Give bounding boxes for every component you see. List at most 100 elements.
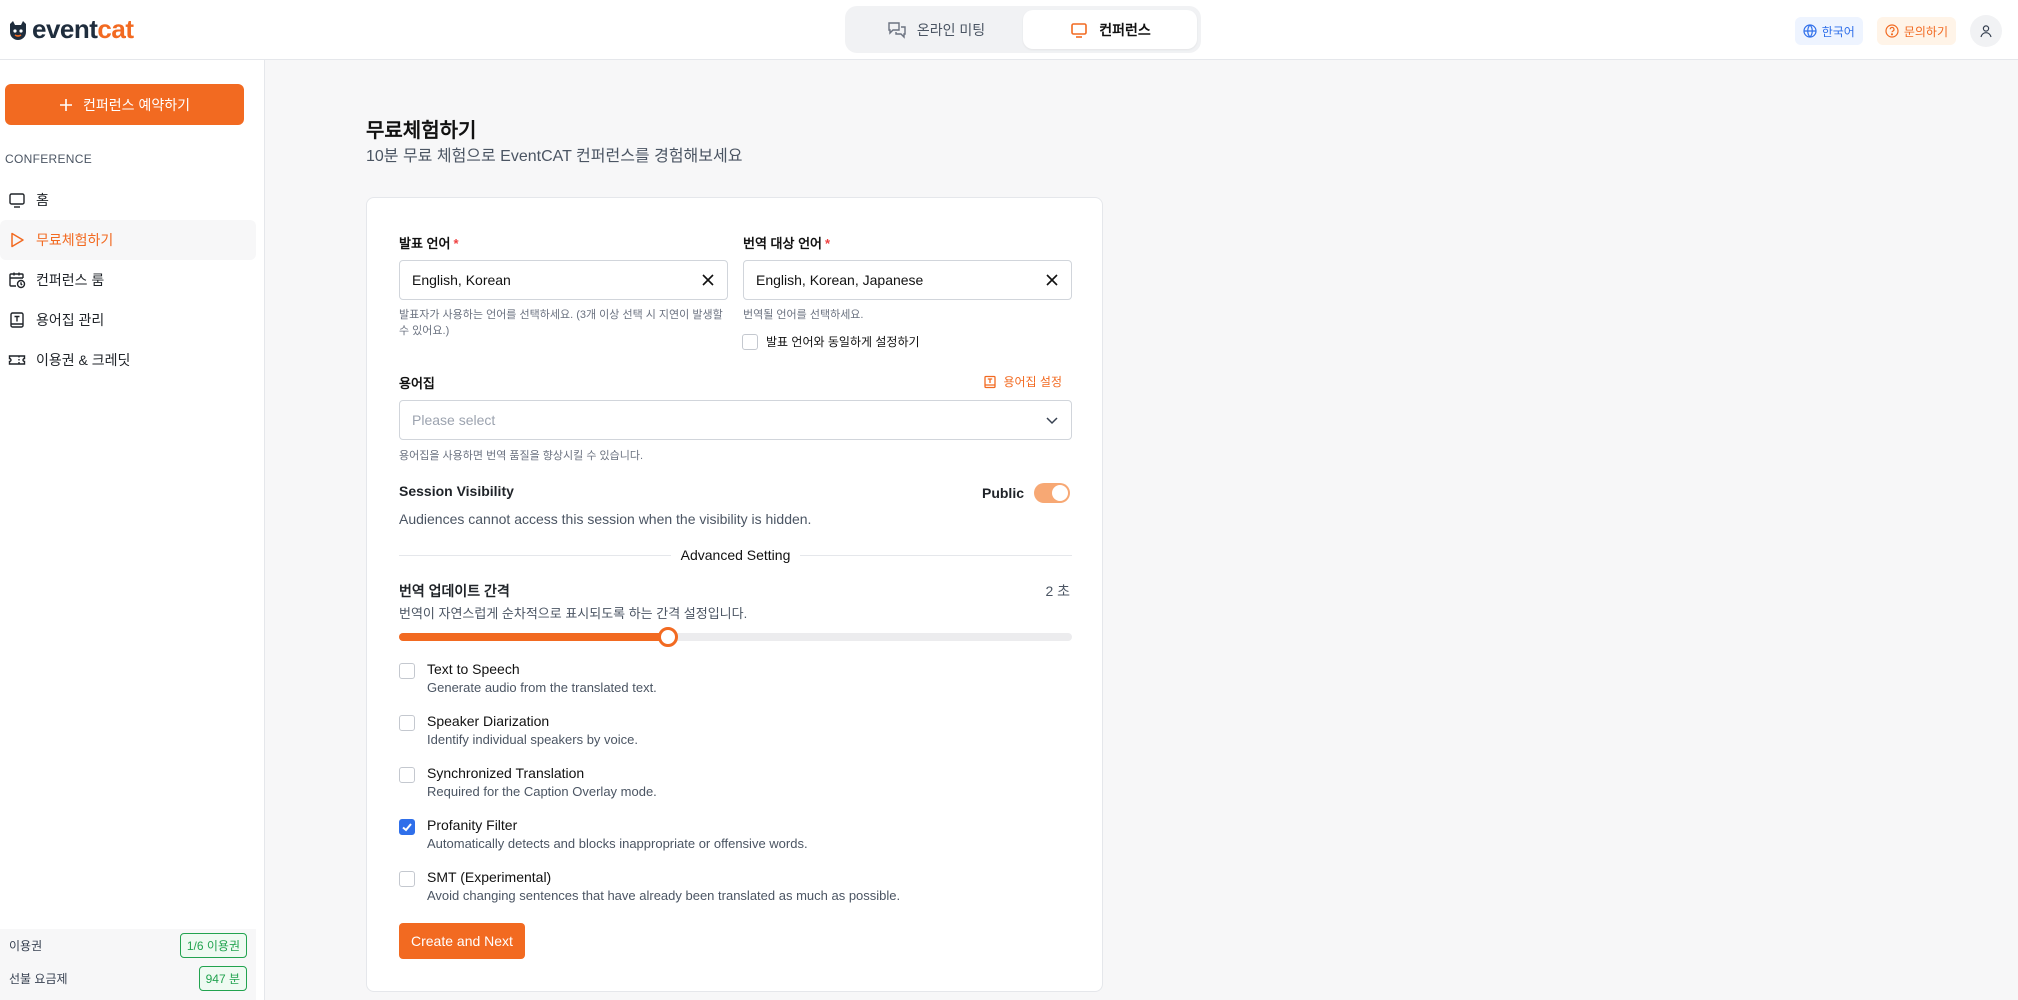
target-language-value: English, Korean, Japanese xyxy=(756,272,924,288)
visibility-toggle[interactable] xyxy=(1034,483,1070,503)
option-description: Required for the Caption Overlay mode. xyxy=(427,784,657,799)
toggle-knob xyxy=(1052,485,1068,501)
sidebar-item-label: 무료체험하기 xyxy=(36,232,114,248)
clear-icon[interactable] xyxy=(1045,273,1059,287)
monitor-icon xyxy=(9,193,25,208)
option-text-to-speech[interactable]: Text to Speech Generate audio from the t… xyxy=(399,660,1072,712)
glossary-placeholder: Please select xyxy=(412,412,496,428)
chat-bubbles-icon xyxy=(888,21,906,39)
tab-conference-label: 컨퍼런스 xyxy=(1099,21,1151,38)
page-subtitle: 10분 무료 체험으로 EventCAT 컨퍼런스를 경험해보세요 xyxy=(366,148,743,165)
logo-text: eventcat xyxy=(32,14,134,44)
ticket-icon xyxy=(8,355,26,365)
sidebar-item-home[interactable]: 홈 xyxy=(0,180,256,220)
option-checkbox[interactable] xyxy=(399,871,415,887)
option-speaker-diarization[interactable]: Speaker Diarization Identify individual … xyxy=(399,712,1072,764)
option-checkbox[interactable] xyxy=(399,715,415,731)
glossary-label: 용어집 xyxy=(399,376,435,391)
clear-icon[interactable] xyxy=(701,273,715,287)
source-language-select[interactable]: English, Korean xyxy=(399,260,728,300)
chevron-down-icon xyxy=(1046,417,1058,425)
play-icon xyxy=(11,232,24,248)
option-title: Synchronized Translation xyxy=(427,765,585,781)
interval-value: 2 초 xyxy=(1045,583,1070,599)
quota-panel: 이용권 1/6 이용권 선불 요금제 947 분 xyxy=(0,929,256,1000)
sidebar-item-label: 컨퍼런스 룸 xyxy=(36,272,105,288)
user-menu-button[interactable] xyxy=(1970,15,2002,47)
advanced-setting-heading: Advanced Setting xyxy=(367,547,1104,563)
option-description: Generate audio from the translated text. xyxy=(427,680,657,695)
required-mark: * xyxy=(453,236,459,251)
tab-conference[interactable]: 컨퍼런스 xyxy=(1023,10,1197,49)
option-title: Speaker Diarization xyxy=(427,713,550,729)
required-mark: * xyxy=(824,236,831,251)
target-language-hint: 번역될 언어를 선택하세요. xyxy=(743,309,864,321)
sidebar-item-glossary[interactable]: 용어집 관리 xyxy=(0,300,256,340)
page-title: 무료체험하기 xyxy=(366,120,477,142)
calendar-clock-icon xyxy=(9,272,26,289)
option-description: Avoid changing sentences that have alrea… xyxy=(427,888,901,903)
option-checkbox[interactable] xyxy=(399,819,415,835)
option-smt-experimental[interactable]: SMT (Experimental) Avoid changing senten… xyxy=(399,868,1072,920)
ticket-quota-row: 이용권 1/6 이용권 xyxy=(9,929,247,962)
sidebar-item-free-trial[interactable]: 무료체험하기 xyxy=(0,220,256,260)
option-synchronized-translation[interactable]: Synchronized Translation Required for th… xyxy=(399,764,1072,816)
ticket-quota-badge: 1/6 이용권 xyxy=(179,933,247,958)
same-as-source-label: 발표 언어와 동일하게 설정하기 xyxy=(766,335,920,349)
eventcat-logo[interactable]: eventcat xyxy=(6,14,134,45)
glossary-settings-label: 용어집 설정 xyxy=(1003,375,1062,389)
presentation-icon xyxy=(1071,22,1088,38)
visibility-state-label: Public xyxy=(981,485,1024,501)
interval-description: 번역이 자연스럽게 순차적으로 표시되도록 하는 간격 설정입니다. xyxy=(399,606,748,621)
ticket-quota-label: 이용권 xyxy=(9,939,43,953)
option-title: Text to Speech xyxy=(427,661,520,677)
glossary-settings-link[interactable]: 용어집 설정 xyxy=(983,373,1062,390)
slider-fill xyxy=(399,633,669,641)
user-icon xyxy=(1980,25,1992,38)
interval-label: 번역 업데이트 간격 xyxy=(399,583,510,599)
sidebar-item-label: 홈 xyxy=(36,192,49,208)
source-language-label: 발표 언어 * xyxy=(399,236,459,251)
help-button[interactable]: 문의하기 xyxy=(1876,17,1956,45)
prepaid-quota-label: 선불 요금제 xyxy=(9,972,68,986)
reserve-conference-button[interactable]: 컨퍼런스 예약하기 xyxy=(5,84,244,125)
sidebar: 컨퍼런스 예약하기 CONFERENCE 홈 무료체험하기 컨퍼런스 룸 용어집… xyxy=(0,60,265,1000)
same-as-source-checkbox[interactable] xyxy=(742,333,758,350)
glossary-select[interactable]: Please select xyxy=(399,400,1072,440)
target-language-select[interactable]: English, Korean, Japanese xyxy=(743,260,1072,300)
sidebar-item-conference-room[interactable]: 컨퍼런스 룸 xyxy=(0,260,256,300)
option-checkbox[interactable] xyxy=(399,767,415,783)
sidebar-item-tickets-credits[interactable]: 이용권 & 크레딧 xyxy=(0,340,256,380)
session-visibility-label: Session Visibility xyxy=(399,483,514,499)
interval-slider[interactable] xyxy=(399,627,1072,647)
option-checkbox[interactable] xyxy=(399,663,415,679)
reserve-conference-label: 컨퍼런스 예약하기 xyxy=(83,96,190,113)
sidebar-item-label: 이용권 & 크레딧 xyxy=(36,352,131,368)
glossary-hint: 용어집을 사용하면 번역 품질을 향상시킬 수 있습니다. xyxy=(399,450,644,462)
same-as-source-row[interactable]: 발표 언어와 동일하게 설정하기 xyxy=(742,333,920,350)
option-description: Identify individual speakers by voice. xyxy=(427,732,639,747)
create-and-next-button[interactable]: Create and Next xyxy=(399,923,525,959)
option-description: Automatically detects and blocks inappro… xyxy=(427,836,808,851)
globe-icon xyxy=(1803,24,1817,38)
sidebar-nav: 홈 무료체험하기 컨퍼런스 룸 용어집 관리 이용권 & 크레딧 xyxy=(0,180,256,380)
help-label: 문의하기 xyxy=(1903,24,1948,39)
language-button[interactable]: 한국어 xyxy=(1794,17,1863,45)
trial-form-card: 발표 언어 * English, Korean 발표자가 사용하는 언어를 선택하… xyxy=(366,197,1103,992)
glossary-book-icon xyxy=(984,375,997,388)
tab-online-meeting-label: 온라인 미팅 xyxy=(916,21,986,38)
language-label: 한국어 xyxy=(1821,24,1855,39)
prepaid-quota-row: 선불 요금제 947 분 xyxy=(9,962,247,995)
source-language-hint: 발표자가 사용하는 언어를 선택하세요. (3개 이상 선택 시 지연이 발생할… xyxy=(399,309,723,337)
prepaid-quota-badge: 947 분 xyxy=(198,966,247,991)
sidebar-item-label: 용어집 관리 xyxy=(36,312,105,328)
top-header: eventcat 온라인 미팅 컨퍼런스 한국어 문의하기 xyxy=(0,0,2018,60)
slider-thumb[interactable] xyxy=(658,627,679,647)
plus-icon xyxy=(60,98,73,111)
help-circle-icon xyxy=(1885,24,1899,38)
session-visibility-description: Audiences cannot access this session whe… xyxy=(399,511,812,527)
option-title: Profanity Filter xyxy=(427,817,518,833)
option-profanity-filter[interactable]: Profanity Filter Automatically detects a… xyxy=(399,816,1072,868)
tab-online-meeting[interactable]: 온라인 미팅 xyxy=(849,10,1023,49)
visibility-toggle-group: Public xyxy=(982,483,1070,503)
